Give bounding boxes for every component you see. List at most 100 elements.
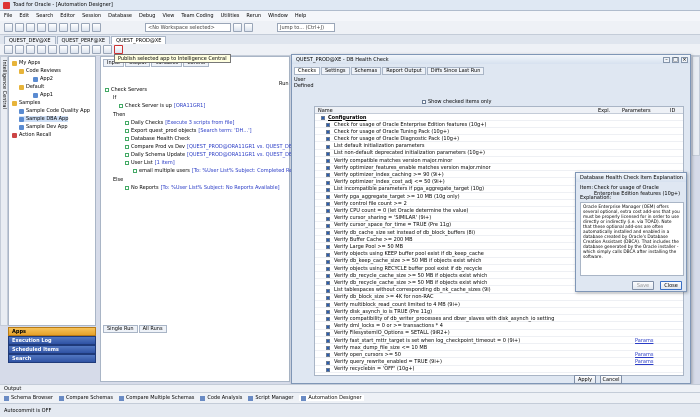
step-compare-prod-dev[interactable]: Compare Prod vs Dev [QUEST_PROD@ORA11GR1 … xyxy=(125,144,316,150)
apply-button[interactable]: Apply xyxy=(574,375,596,384)
settings-icon[interactable] xyxy=(92,45,101,54)
check-checkbox[interactable] xyxy=(326,339,330,343)
jump-to-input[interactable]: Jump to... (Ctrl+J) xyxy=(277,23,335,32)
menu-window[interactable]: Window xyxy=(268,13,288,19)
session-browser-icon[interactable] xyxy=(59,23,68,32)
tree-samples[interactable]: Samples xyxy=(12,100,40,106)
step-email-users[interactable]: email multiple users [To: %User List% Sub… xyxy=(133,168,307,174)
tree-my-apps[interactable]: My Apps xyxy=(12,60,40,66)
step-user-list[interactable]: User List [1 item] xyxy=(125,160,175,166)
new-connection-icon[interactable] xyxy=(4,23,13,32)
check-checkbox[interactable] xyxy=(326,295,330,300)
task-script-manager[interactable]: Script Manager xyxy=(248,395,293,401)
check-checkbox[interactable] xyxy=(326,144,330,149)
check-row[interactable]: Verify open_cursors >= 50 Params xyxy=(315,352,683,359)
open-file-icon[interactable] xyxy=(15,23,24,32)
maximize-icon[interactable]: □ xyxy=(672,56,679,63)
refresh-icon[interactable] xyxy=(103,45,112,54)
check-row[interactable]: Verify query_rewrite_enabled = TRUE (9i+… xyxy=(315,359,683,366)
menu-file[interactable]: File xyxy=(4,13,12,19)
tree-sample-dba-app[interactable]: Sample DBA App xyxy=(19,116,69,122)
check-checkbox[interactable] xyxy=(326,137,330,142)
check-row[interactable]: Check for usage of Oracle Enterprise Edi… xyxy=(315,122,683,128)
tab-quest-perf[interactable]: QUEST_PERF@XE xyxy=(56,36,111,44)
workspace-options-icon[interactable] xyxy=(233,23,242,32)
check-row[interactable]: Check for usage of Oracle Tuning Pack (1… xyxy=(315,129,683,136)
delete-app-icon[interactable] xyxy=(26,45,35,54)
check-row[interactable]: Verify max_dump_file_size <= 10 MB xyxy=(315,345,683,352)
tab-diffs[interactable]: Diffs Since Last Run xyxy=(426,67,485,75)
check-row[interactable]: Verify dml_locks = 0 or >= transactions … xyxy=(315,323,683,330)
nav-execution-log-button[interactable]: Execution Log xyxy=(8,336,96,345)
tree-app1[interactable]: App1 xyxy=(33,92,53,98)
check-checkbox[interactable] xyxy=(326,317,330,322)
automation-icon[interactable] xyxy=(81,23,90,32)
check-checkbox[interactable] xyxy=(326,259,330,264)
check-row[interactable]: List default initialization parameters xyxy=(315,143,683,150)
check-checkbox[interactable] xyxy=(326,346,330,351)
check-checkbox[interactable] xyxy=(326,310,330,315)
params-link[interactable]: Params xyxy=(635,359,653,365)
step-then[interactable]: Then xyxy=(113,112,125,118)
check-checkbox[interactable] xyxy=(326,281,330,286)
check-checkbox[interactable] xyxy=(326,209,330,214)
save-button[interactable]: Save xyxy=(632,281,654,290)
check-checkbox[interactable] xyxy=(326,245,330,250)
tree-sample-code-quality[interactable]: Sample Code Quality App xyxy=(19,108,90,114)
step-check-server-up[interactable]: Check Server is up [ORA11GR1] xyxy=(119,103,205,109)
check-checkbox[interactable] xyxy=(326,123,330,127)
import-app-icon[interactable] xyxy=(37,45,46,54)
nav-apps-button[interactable]: Apps xyxy=(8,327,96,336)
menu-search[interactable]: Search xyxy=(36,13,53,19)
check-checkbox[interactable] xyxy=(326,331,330,336)
step-database-health-check[interactable]: Database Health Check xyxy=(125,136,190,142)
check-row[interactable]: Verify recyclebin = 'OFF' (10g+) xyxy=(315,366,683,373)
check-checkbox[interactable] xyxy=(326,274,330,279)
sql-monitor-icon[interactable] xyxy=(70,23,79,32)
new-folder-icon[interactable] xyxy=(59,45,68,54)
check-checkbox[interactable] xyxy=(326,252,330,257)
check-row[interactable]: Check for usage of Oracle Diagnostic Pac… xyxy=(315,136,683,143)
new-app-icon[interactable] xyxy=(4,45,13,54)
check-row[interactable]: List non-default deprecated initializati… xyxy=(315,150,683,157)
schedule-icon[interactable] xyxy=(81,45,90,54)
tab-schemas[interactable]: Schemas xyxy=(350,67,382,75)
editor-icon[interactable] xyxy=(48,23,57,32)
nav-search-button[interactable]: Search xyxy=(8,354,96,363)
step-if[interactable]: If xyxy=(113,95,116,101)
output-label[interactable]: Output xyxy=(4,386,21,392)
workspace-save-icon[interactable] xyxy=(244,23,253,32)
help-icon[interactable] xyxy=(92,23,101,32)
intelligence-central-strip[interactable]: Intelligence Central xyxy=(0,56,8,326)
check-checkbox[interactable] xyxy=(326,303,330,307)
copy-app-icon[interactable] xyxy=(15,45,24,54)
menu-help[interactable]: Help xyxy=(295,13,306,19)
check-row[interactable]: Verify compatible matches version major.… xyxy=(315,158,683,164)
run-icon[interactable] xyxy=(70,45,79,54)
menu-rerun[interactable]: Rerun xyxy=(246,13,261,19)
check-row[interactable]: Verify db_block_size >= 4K for non-RAC xyxy=(315,294,683,301)
check-row[interactable]: Verify multiblock_read_count limited to … xyxy=(315,302,683,308)
check-checkbox[interactable] xyxy=(326,195,330,199)
step-else[interactable]: Else xyxy=(113,177,123,183)
check-row[interactable]: Verify fast_start_mttr_target is set whe… xyxy=(315,338,683,344)
tab-checks[interactable]: Checks xyxy=(294,67,320,75)
step-export-objects[interactable]: Export quest_prod objects [Search term: '… xyxy=(125,128,252,134)
object-palette-strip[interactable] xyxy=(692,56,700,156)
publish-app-icon[interactable] xyxy=(114,45,123,54)
step-check-servers[interactable]: Check Servers xyxy=(105,87,147,93)
tree-sample-dev-app[interactable]: Sample Dev App xyxy=(19,124,68,130)
menu-team-coding[interactable]: Team Coding xyxy=(181,13,213,19)
tree-default[interactable]: Default xyxy=(19,84,44,90)
menu-session[interactable]: Session xyxy=(82,13,101,19)
check-checkbox[interactable] xyxy=(326,238,330,243)
check-checkbox[interactable] xyxy=(326,187,330,192)
check-checkbox[interactable] xyxy=(326,353,330,358)
tab-report-output[interactable]: Report Output xyxy=(382,67,426,75)
close-button[interactable]: Close xyxy=(660,281,682,290)
tree-action-recall[interactable]: Action Recall xyxy=(12,132,51,138)
tab-quest-dev[interactable]: QUEST_DEV@XE xyxy=(4,36,56,44)
check-checkbox[interactable] xyxy=(326,130,330,135)
menu-database[interactable]: Database xyxy=(108,13,132,19)
params-link[interactable]: Params xyxy=(635,352,653,358)
